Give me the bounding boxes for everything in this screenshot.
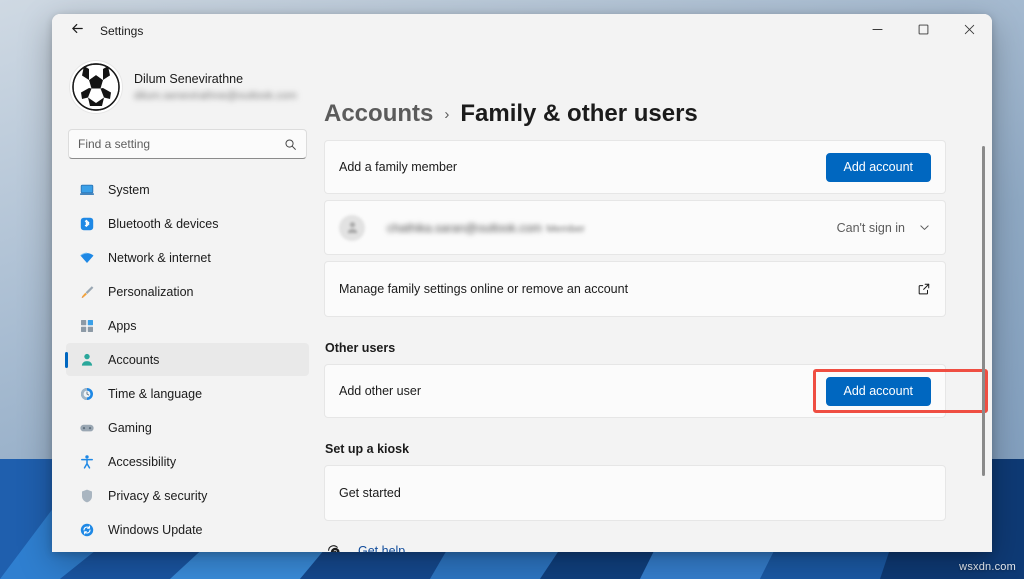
site-watermark: wsxdn.com [959,561,1016,573]
add-family-account-button[interactable]: Add account [826,153,932,182]
main-content: Accounts › Family & other users Add a fa… [320,48,992,552]
user-profile[interactable]: Dilum Senevirathne dilum.senevirathne@ou… [66,48,309,129]
sidebar-item-label: Privacy & security [108,489,207,503]
family-member-meta: chathika.saran@outlook.com Member [387,219,585,237]
sidebar-item-label: Apps [108,319,137,333]
sidebar: Dilum Senevirathne dilum.senevirathne@ou… [52,48,320,552]
person-icon [78,351,95,368]
search-box[interactable] [68,129,307,159]
sidebar-item-accounts[interactable]: Accounts [66,343,309,376]
sidebar-item-time-language[interactable]: Time & language [66,377,309,410]
sidebar-item-personalization[interactable]: Personalization [66,275,309,308]
family-member-row[interactable]: chathika.saran@outlook.com Member Can't … [324,200,946,255]
sidebar-nav: System Bluetooth & devices [66,173,309,546]
sidebar-item-label: Accounts [108,353,159,367]
svg-text:?: ? [334,550,338,552]
content-scrollbar[interactable] [982,146,985,476]
sidebar-item-privacy-security[interactable]: Privacy & security [66,479,309,512]
sidebar-item-windows-update[interactable]: Windows Update [66,513,309,546]
bluetooth-icon [78,215,95,232]
settings-window: Settings [52,14,992,552]
chevron-right-icon: › [444,106,449,123]
sidebar-item-label: System [108,183,150,197]
window-controls [854,14,992,48]
search-input[interactable] [78,137,284,151]
add-other-user-button[interactable]: Add account [826,377,932,406]
sidebar-item-accessibility[interactable]: Accessibility [66,445,309,478]
external-link-icon [917,282,931,296]
person-avatar-icon [339,215,365,241]
minimize-button[interactable] [854,14,900,48]
chevron-down-icon[interactable] [918,221,931,234]
wifi-icon [78,249,95,266]
sidebar-item-label: Bluetooth & devices [108,217,219,231]
sidebar-item-label: Windows Update [108,523,203,537]
status-label: Can't sign in [837,221,905,235]
add-other-user-label: Add other user [339,384,421,398]
sidebar-item-label: Accessibility [108,455,176,469]
maximize-button[interactable] [900,14,946,48]
window-title: Settings [100,24,143,38]
sidebar-item-label: Personalization [108,285,193,299]
sidebar-item-apps[interactable]: Apps [66,309,309,342]
back-arrow-icon [70,21,85,41]
add-family-member-card: Add a family member Add account [324,140,946,194]
get-help-link[interactable]: Get help [358,544,405,552]
family-member-role: Member [546,223,585,235]
clock-globe-icon [78,385,95,402]
windows-update-icon [78,521,95,538]
close-button[interactable] [946,14,992,48]
kiosk-section-title: Set up a kiosk [325,442,992,456]
profile-email: dilum.senevirathne@outlook.com [134,89,297,104]
apps-grid-icon [78,317,95,334]
add-family-member-label: Add a family member [339,160,457,174]
laptop-icon [78,181,95,198]
sidebar-item-label: Gaming [108,421,152,435]
paintbrush-icon [78,283,95,300]
search-icon [284,138,297,151]
get-help-row[interactable]: ? Get help [326,543,992,552]
breadcrumb-parent[interactable]: Accounts [324,100,433,128]
close-icon [964,22,975,40]
sidebar-item-system[interactable]: System [66,173,309,206]
title-bar: Settings [52,14,992,48]
back-button[interactable] [60,16,94,46]
help-question-icon: ? [326,543,342,552]
settings-scroll-area: Add a family member Add account [324,140,992,552]
page-title: Family & other users [460,100,697,128]
sidebar-item-bluetooth-devices[interactable]: Bluetooth & devices [66,207,309,240]
family-member-status[interactable]: Can't sign in [837,221,931,235]
add-other-user-card: Add other user Add account [324,364,946,418]
minimize-icon [872,22,883,40]
sidebar-item-label: Network & internet [108,251,211,265]
other-users-section-title: Other users [325,341,992,355]
accessibility-person-icon [78,453,95,470]
shield-icon [78,487,95,504]
breadcrumb: Accounts › Family & other users [324,48,992,142]
sidebar-item-network-internet[interactable]: Network & internet [66,241,309,274]
profile-name: Dilum Senevirathne [134,71,297,87]
desktop-background: wsxdn.com Settings [0,0,1024,579]
window-body: Dilum Senevirathne dilum.senevirathne@ou… [52,48,992,552]
sidebar-item-gaming[interactable]: Gaming [66,411,309,444]
kiosk-get-started-card[interactable]: Get started [324,465,946,521]
sidebar-item-label: Time & language [108,387,202,401]
avatar [70,61,122,113]
maximize-icon [918,22,929,40]
add-other-user-wrap: Add other user Add account [324,364,992,418]
family-member-email: chathika.saran@outlook.com [387,221,542,235]
manage-family-settings-label: Manage family settings online or remove … [339,282,628,296]
manage-family-settings-card[interactable]: Manage family settings online or remove … [324,261,946,317]
kiosk-get-started-label: Get started [339,486,401,500]
gamepad-icon [78,419,95,436]
profile-text: Dilum Senevirathne dilum.senevirathne@ou… [134,71,297,104]
